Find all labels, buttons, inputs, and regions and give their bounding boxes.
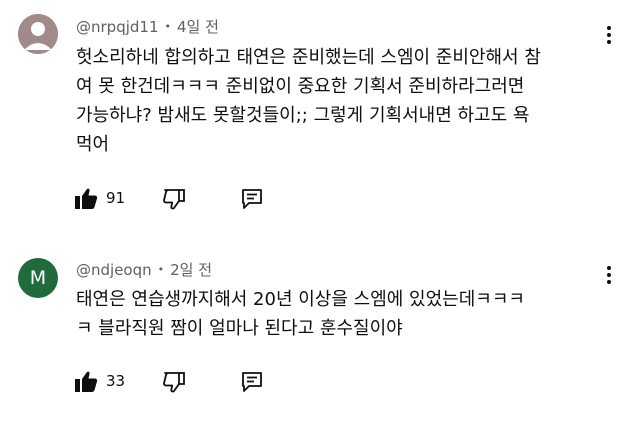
comment-text-line: 먹어 <box>76 134 110 155</box>
comment-time[interactable]: 4일 전 <box>177 18 219 36</box>
meta-separator: • <box>157 263 165 276</box>
comment-meta: @nrpqjd11 • 4일 전 <box>76 16 219 37</box>
comment-text-line: 여 못 한건데ㅋㅋㅋ 준비없이 중요한 기획서 준비하라그러면 <box>76 76 525 97</box>
comment-time[interactable]: 2일 전 <box>170 261 212 279</box>
comment-text: 태연은 연습생까지해서 20년 이상을 스엠에 있었는데ㅋㅋㅋ ㅋ 블라직원 짬… <box>76 285 616 343</box>
comment-text-line: ㅋ 블라직원 짬이 얼마나 된다고 훈수질이야 <box>76 318 403 339</box>
like-count: 91 <box>106 189 126 207</box>
vertical-ellipsis-icon <box>607 266 611 270</box>
comment-text-line: 태연은 연습생까지해서 20년 이상을 스엠에 있었는데ㅋㅋㅋ <box>76 289 525 310</box>
ellipsis-dot <box>607 280 611 284</box>
thumbs-up-filled-icon[interactable] <box>74 370 98 398</box>
user-silhouette-icon <box>18 14 58 54</box>
avatar[interactable] <box>18 14 58 54</box>
avatar[interactable]: M <box>18 258 58 298</box>
thumbs-down-outline-icon[interactable] <box>162 370 186 398</box>
thumbs-down-outline-icon[interactable] <box>162 187 186 215</box>
meta-separator: • <box>164 20 172 33</box>
comment-text: 헛소리하네 합의하고 태연은 준비했는데 스엠이 준비안해서 참 여 못 한건데… <box>76 43 616 159</box>
comment-item: M @ndjeoqn • 2일 전 태연은 연습생까지해서 20년 이상을 스엠에 … <box>0 247 640 417</box>
comment-text-line: 헛소리하네 합의하고 태연은 준비했는데 스엠이 준비안해서 참 <box>76 47 541 68</box>
comment-reply-icon[interactable] <box>240 187 264 215</box>
comment-actions: 91 <box>72 184 372 214</box>
vertical-ellipsis-icon <box>607 26 611 30</box>
comment-author[interactable]: @nrpqjd11 <box>76 18 159 36</box>
comment-reply-icon[interactable] <box>240 370 264 398</box>
ellipsis-dot <box>607 273 611 277</box>
comment-actions: 33 <box>72 367 372 397</box>
comment-item: @nrpqjd11 • 4일 전 헛소리하네 합의하고 태연은 준비했는데 스엠이 … <box>0 0 640 230</box>
comment-list: @nrpqjd11 • 4일 전 헛소리하네 합의하고 태연은 준비했는데 스엠이 … <box>0 0 640 423</box>
like-count: 33 <box>106 372 126 390</box>
ellipsis-dot <box>607 33 611 37</box>
comment-text-line: 가능하냐? 밤새도 못할것들이;; 그렇게 기획서내면 하고도 욕 <box>76 105 530 126</box>
thumbs-up-filled-icon[interactable] <box>74 187 98 215</box>
comment-author[interactable]: @ndjeoqn <box>76 261 152 279</box>
comment-meta: @ndjeoqn • 2일 전 <box>76 259 212 280</box>
